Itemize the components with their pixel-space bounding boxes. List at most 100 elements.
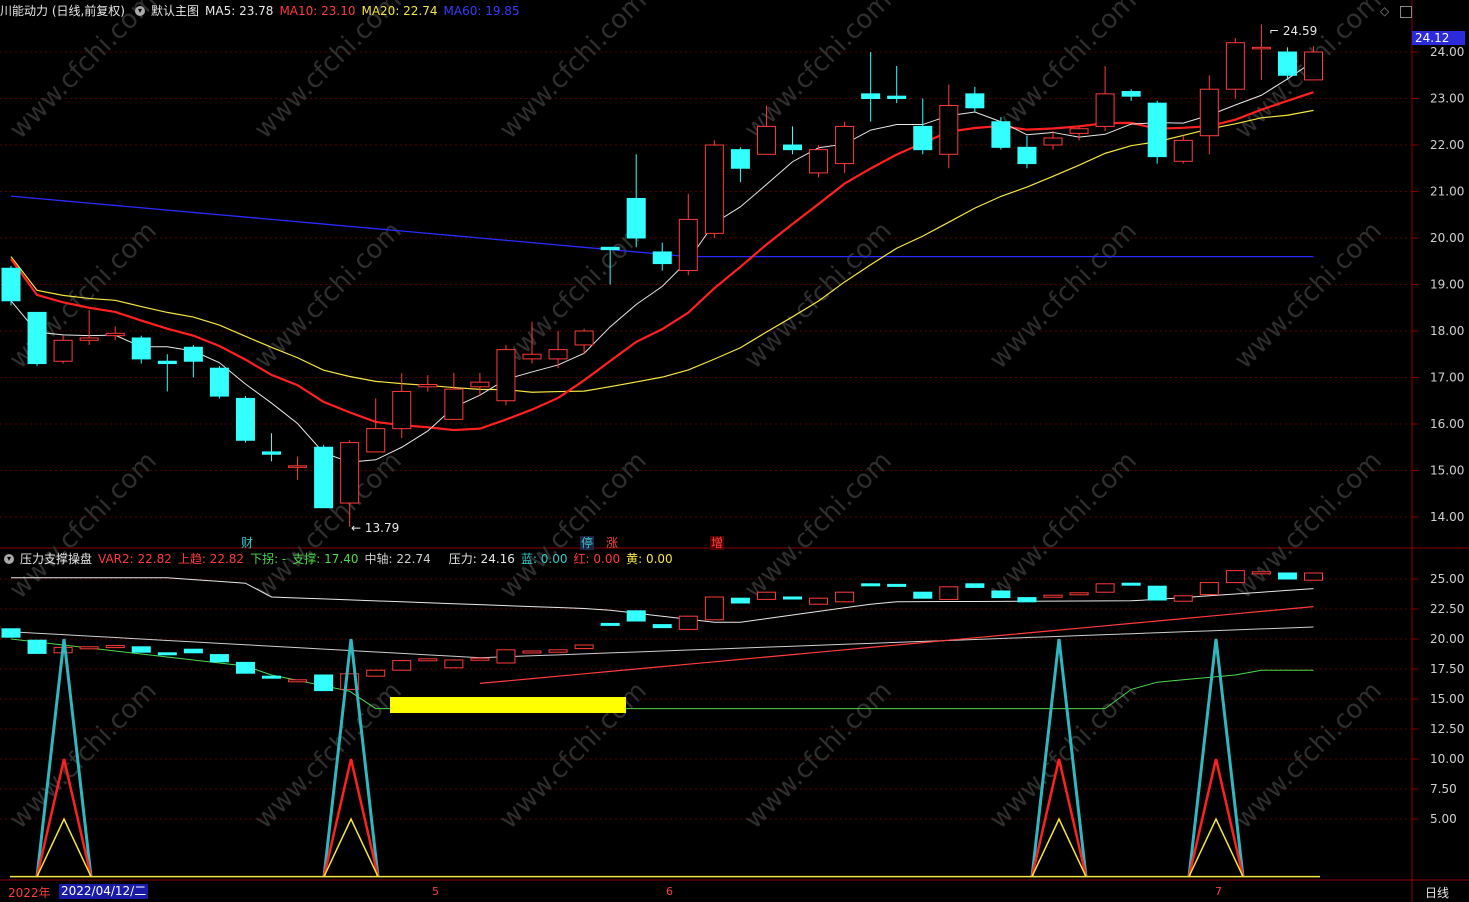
- month-6: 6: [666, 885, 673, 898]
- sub-candle: [1225, 570, 1245, 584]
- low-price-label: ← 13.79: [351, 521, 400, 535]
- sub-candle: [1147, 585, 1167, 601]
- candle-body: [27, 311, 47, 365]
- sub-candle: [965, 583, 985, 588]
- ma5-value: MA5: 23.78: [205, 4, 274, 18]
- price-tick-label: 21.00: [1430, 185, 1464, 199]
- candle-body: [626, 197, 646, 239]
- candle-body: [783, 144, 802, 151]
- sub-candle: [809, 597, 829, 605]
- sub-candle: [392, 660, 412, 671]
- yellow-zone: [390, 697, 626, 713]
- candle-body: [131, 337, 151, 360]
- candle-body: [1225, 42, 1245, 90]
- ma60-value: MA60: 19.85: [443, 4, 520, 18]
- sub-candle: [1017, 597, 1037, 603]
- period-button[interactable]: 日线: [1425, 884, 1449, 901]
- sub-candle: [939, 586, 959, 600]
- sub-tick-label: 22.50: [1430, 602, 1464, 616]
- finance-marker[interactable]: 财: [240, 536, 254, 550]
- candle-body: [835, 125, 855, 165]
- candle-body: [1147, 102, 1167, 158]
- candle-body: [105, 332, 125, 337]
- ma10-value: MA10: 23.10: [279, 4, 356, 18]
- candle-body: [600, 246, 620, 251]
- candle-body: [678, 218, 698, 272]
- sub-candle: [183, 648, 203, 654]
- candle-body: [965, 93, 985, 109]
- indicator-dropdown-icon[interactable]: ▾: [4, 554, 14, 564]
- red-value: 红: 0.00: [573, 552, 621, 566]
- template-dropdown-icon[interactable]: ▾: [135, 6, 145, 16]
- price-tick-label: 16.00: [1430, 417, 1464, 431]
- sub-tick-label: 25.00: [1430, 572, 1464, 586]
- sub-candle: [444, 659, 464, 669]
- sub-candle: [861, 583, 881, 587]
- candle-body: [704, 144, 724, 234]
- month-5: 5: [432, 885, 439, 898]
- candle-body: [53, 339, 73, 362]
- sub-candle: [730, 597, 750, 604]
- ma20-value: MA20: 22.74: [361, 4, 438, 18]
- sub-candle: [470, 657, 490, 661]
- rise-marker[interactable]: 涨: [605, 536, 619, 550]
- halt-marker[interactable]: 停: [580, 536, 595, 550]
- template-label[interactable]: 默认主图: [151, 1, 199, 21]
- candle-body: [314, 446, 334, 509]
- candle-body: [1199, 88, 1219, 137]
- increase-marker[interactable]: 增: [710, 536, 725, 550]
- sub-candle: [835, 591, 855, 603]
- candle-body: [1173, 139, 1193, 162]
- candle-body: [183, 346, 203, 362]
- price-tick-label: 17.00: [1430, 371, 1464, 385]
- sub-candle: [887, 583, 907, 587]
- candle-body: [288, 465, 308, 468]
- price-tick-label: 23.00: [1430, 92, 1464, 106]
- high-price-label: ⌐ 24.59: [1269, 24, 1318, 38]
- month-7: 7: [1215, 885, 1222, 898]
- candle-body: [861, 93, 881, 99]
- sub-candle: [522, 650, 542, 654]
- candle-body: [418, 383, 438, 388]
- sub-candle: [1095, 583, 1115, 593]
- candle-body: [392, 390, 412, 430]
- candle-body: [340, 442, 360, 504]
- sub-candle: [626, 610, 646, 622]
- sub-tick-label: 15.00: [1430, 692, 1464, 706]
- sub-candle: [418, 658, 438, 662]
- sub-candle: [678, 615, 698, 630]
- stock-title[interactable]: 川能动力 (日线,前复权): [0, 1, 125, 21]
- axis-value: 中轴: 22.74: [364, 552, 431, 566]
- candle-body: [1304, 51, 1323, 81]
- maximize-icon[interactable]: [1400, 6, 1412, 18]
- indicator-name[interactable]: 压力支撑操盘: [20, 549, 92, 569]
- year-label: 2022年: [8, 886, 51, 900]
- sub-candle: [314, 674, 334, 692]
- candle-body: [444, 388, 464, 420]
- sub-candle: [1121, 582, 1141, 586]
- candle-body: [366, 428, 386, 453]
- blue-value: 蓝: 0.00: [520, 552, 568, 566]
- sub-tick-label: 12.50: [1430, 722, 1464, 736]
- up-trend-value: 上趋: 22.82: [177, 552, 245, 566]
- sub-candle: [79, 646, 99, 650]
- sub-tick-label: 20.00: [1430, 632, 1464, 646]
- diamond-icon[interactable]: ◇: [1380, 4, 1389, 18]
- sub-candle: [157, 652, 177, 656]
- candle-body: [913, 125, 933, 151]
- last-price-box: 24.12: [1412, 31, 1465, 45]
- candle-body: [548, 349, 568, 360]
- candle-body: [235, 397, 255, 441]
- sub-candle: [991, 590, 1011, 599]
- candle-body: [730, 149, 750, 169]
- price-tick-label: 24.00: [1430, 45, 1464, 59]
- price-tick-label: 20.00: [1430, 231, 1464, 245]
- candle-body: [652, 251, 672, 265]
- sub-candle: [235, 661, 255, 674]
- sub-candle: [288, 679, 308, 683]
- kline-chart[interactable]: 24.00 23.00 22.00 21.00 20.00 19.00 18.00 17.00…: [0, 0, 1469, 902]
- candle-body: [1121, 91, 1141, 97]
- candle-body: [79, 337, 99, 341]
- sub-candle: [652, 624, 672, 629]
- price-tick-label: 22.00: [1430, 138, 1464, 152]
